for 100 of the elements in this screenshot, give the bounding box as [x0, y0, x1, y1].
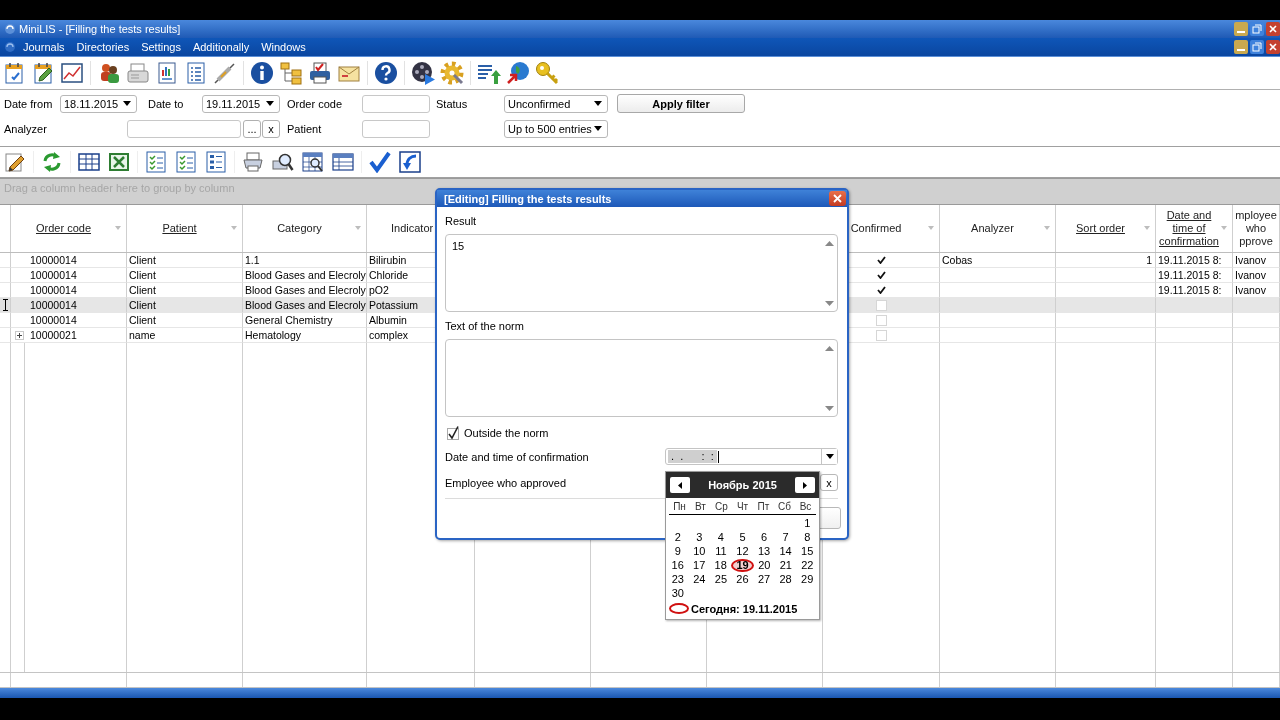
refresh-icon[interactable] [41, 151, 63, 173]
help-icon[interactable] [374, 61, 398, 85]
norm-field[interactable] [445, 339, 838, 417]
settings-icon[interactable] [440, 61, 464, 85]
calendar-day[interactable]: 11 [713, 545, 729, 557]
calendar-day[interactable]: 6 [759, 531, 770, 543]
checkbox[interactable] [447, 425, 459, 440]
calendar-day[interactable]: 15 [799, 545, 816, 557]
column-header[interactable]: Analyzer [940, 205, 1056, 252]
scroll-up-icon[interactable] [824, 346, 834, 351]
dropdown-arrow-icon[interactable] [594, 101, 602, 106]
calendar-day[interactable]: 14 [777, 545, 794, 557]
column-header[interactable]: Sort order [1056, 205, 1156, 252]
result-field[interactable]: 15 [445, 234, 838, 312]
menu-item[interactable]: Windows [255, 41, 312, 53]
calendar-day[interactable]: 30 [669, 587, 686, 599]
order-code-field[interactable] [362, 94, 430, 113]
checkbox[interactable] [877, 286, 886, 294]
scroll-down-icon[interactable] [824, 406, 834, 411]
clear-button[interactable]: x [262, 119, 280, 138]
date-picker[interactable]: 18.11.2015 [60, 94, 137, 113]
menu-item[interactable]: Settings [135, 41, 187, 53]
dropdown-arrow-icon[interactable] [594, 126, 602, 131]
calendar-day[interactable]: 19 [731, 558, 754, 572]
info-icon[interactable] [250, 61, 274, 85]
column-header[interactable]: Patient [127, 205, 243, 252]
close-button[interactable] [829, 191, 846, 206]
table-icon[interactable] [332, 151, 354, 173]
next-month-button[interactable] [795, 477, 815, 493]
syringe-icon[interactable] [213, 61, 237, 85]
calendar-day[interactable]: 10 [691, 545, 708, 557]
calendar-day[interactable]: 26 [734, 573, 751, 585]
column-header[interactable]: Order code [11, 205, 127, 252]
fax-icon[interactable] [126, 61, 150, 85]
minimize-icon[interactable] [1234, 22, 1248, 36]
line-chart-icon[interactable] [60, 61, 84, 85]
calendar-day[interactable]: 17 [691, 559, 708, 571]
globe-icon[interactable] [506, 61, 530, 85]
calendar-day[interactable]: 3 [694, 531, 705, 543]
expand-icon[interactable] [15, 330, 24, 340]
previous-month-button[interactable] [670, 477, 690, 493]
edit-icon[interactable] [4, 151, 26, 173]
today-link[interactable]: Сегодня: 19.11.2015 [691, 602, 798, 615]
calendar-day[interactable]: 25 [712, 573, 730, 585]
close-icon[interactable] [1266, 40, 1280, 54]
menu-item[interactable]: Additionally [186, 41, 256, 53]
checkmark-icon[interactable] [369, 151, 391, 173]
dropdown-arrow-icon[interactable] [123, 101, 131, 106]
calendar-day[interactable]: 20 [756, 559, 773, 571]
dropdown-arrow-icon[interactable] [266, 101, 274, 106]
scroll-up-icon[interactable] [824, 241, 834, 246]
restore-icon[interactable] [1250, 22, 1264, 36]
column-header[interactable]: Date and time of confirmation [1156, 205, 1233, 252]
calendar-day[interactable]: 13 [755, 545, 773, 557]
close-icon[interactable] [1266, 22, 1280, 36]
calendar-day[interactable]: 4 [715, 531, 726, 543]
calendar-day[interactable]: 2 [672, 531, 683, 543]
browse-button[interactable]: ... [243, 119, 261, 138]
calendar-day[interactable]: 29 [799, 573, 816, 585]
restore-icon[interactable] [1250, 40, 1264, 54]
datetime-field[interactable]: . . : : [665, 448, 838, 465]
apply-filter-button[interactable]: Apply filter [617, 94, 745, 113]
calendar-day[interactable]: 27 [755, 573, 773, 585]
key-icon[interactable] [535, 61, 559, 85]
print-icon[interactable] [308, 61, 332, 85]
calendar-day[interactable]: 5 [737, 531, 748, 543]
calendar-day[interactable]: 23 [669, 573, 686, 585]
calendar-day[interactable]: 16 [669, 559, 686, 571]
checklist-icon[interactable] [175, 151, 197, 173]
calendar-day[interactable]: 1 [802, 517, 813, 529]
dropdown-button[interactable] [821, 449, 837, 464]
list-icon[interactable] [184, 61, 208, 85]
calendar-day[interactable]: 28 [777, 573, 794, 585]
patient-field[interactable] [362, 119, 430, 138]
column-header[interactable]: Category [243, 205, 367, 252]
clear-button[interactable]: x [820, 474, 838, 491]
calendar-day[interactable]: 18 [712, 559, 729, 571]
checkbox[interactable] [877, 271, 886, 279]
date-picker[interactable]: 19.11.2015 [202, 94, 280, 113]
calendar-day[interactable]: 12 [734, 545, 751, 557]
analyzer-field[interactable] [127, 119, 241, 138]
calendar-day[interactable]: 9 [672, 545, 683, 557]
calendar-edit-icon[interactable] [31, 61, 55, 85]
table-icon[interactable] [78, 151, 100, 173]
printer-icon[interactable] [242, 151, 264, 173]
checklist-icon[interactable] [145, 151, 167, 173]
menu-item[interactable]: Journals [17, 41, 71, 53]
row-selector[interactable] [0, 298, 11, 313]
checkbox-label[interactable]: Outside the norm [464, 426, 549, 439]
print-preview-icon[interactable] [272, 151, 294, 173]
undo-icon[interactable] [399, 151, 421, 173]
table-search-icon[interactable] [302, 151, 324, 173]
calendar-day[interactable]: 22 [799, 559, 816, 571]
spreadsheet-icon[interactable] [108, 151, 130, 173]
calendar-day[interactable]: 24 [691, 573, 708, 585]
calendar-day[interactable]: 21 [777, 559, 794, 571]
menu-item[interactable]: Directories [70, 41, 136, 53]
checkbox[interactable] [877, 256, 886, 264]
minimize-icon[interactable] [1234, 40, 1248, 54]
report-icon[interactable] [155, 61, 179, 85]
